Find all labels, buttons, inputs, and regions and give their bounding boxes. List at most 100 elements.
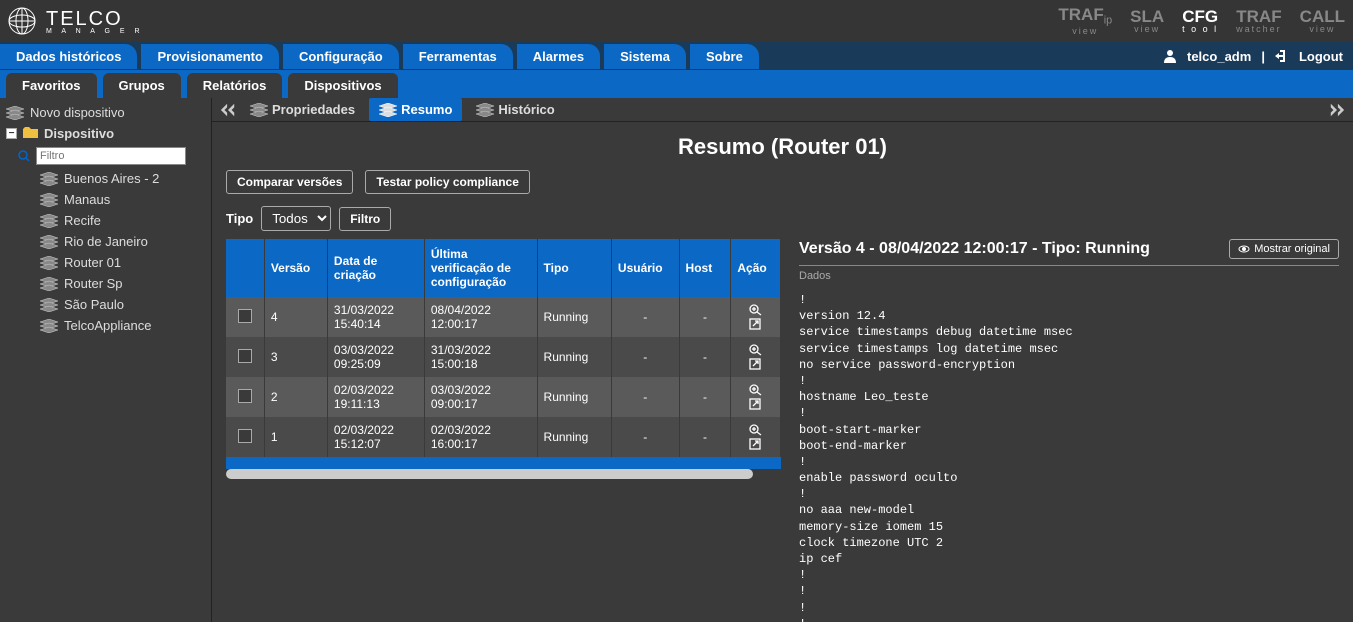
- nav-sobre[interactable]: Sobre: [690, 44, 759, 69]
- product-sla[interactable]: SLAview: [1130, 8, 1164, 34]
- zoom-icon[interactable]: [749, 424, 763, 436]
- page-title: Resumo (Router 01): [212, 122, 1353, 170]
- bc-propriedades[interactable]: Propriedades: [240, 98, 365, 121]
- versions-table: VersãoData de criaçãoÚltima verificação …: [226, 239, 781, 457]
- cell-host: -: [679, 297, 731, 337]
- table-row[interactable]: 202/03/2022 19:11:1303/03/2022 09:00:17R…: [226, 377, 781, 417]
- cell-user: -: [611, 377, 679, 417]
- cell-user: -: [611, 417, 679, 457]
- tree-item[interactable]: Recife: [0, 210, 211, 231]
- cell-version: 3: [264, 337, 327, 377]
- logout-icon[interactable]: [1275, 49, 1289, 63]
- nav-dados-historicos[interactable]: Dados históricos: [0, 44, 137, 69]
- product-call[interactable]: CALLview: [1300, 8, 1345, 34]
- detail-title: Versão 4 - 08/04/2022 12:00:17 - Tipo: R…: [799, 240, 1150, 258]
- layers-icon: [40, 277, 58, 291]
- col-header: Tipo: [537, 239, 611, 297]
- cell-tipo: Running: [537, 417, 611, 457]
- nav-provisionamento[interactable]: Provisionamento: [141, 44, 278, 69]
- subnav-grupos[interactable]: Grupos: [103, 73, 181, 98]
- layers-icon: [40, 235, 58, 249]
- subnav-relatorios[interactable]: Relatórios: [187, 73, 283, 98]
- cell-created: 02/03/2022 15:12:07: [327, 417, 424, 457]
- col-header: [226, 239, 264, 297]
- row-checkbox[interactable]: [238, 349, 252, 363]
- table-row[interactable]: 303/03/2022 09:25:0931/03/2022 15:00:18R…: [226, 337, 781, 377]
- product-cfg[interactable]: CFGt o o l: [1182, 8, 1218, 34]
- zoom-icon[interactable]: [749, 384, 763, 396]
- folder-icon: [23, 127, 38, 140]
- zoom-icon[interactable]: [749, 344, 763, 356]
- layers-icon: [40, 214, 58, 228]
- logo[interactable]: TELCO M A N A G E R: [8, 7, 144, 35]
- open-icon[interactable]: [749, 318, 763, 330]
- open-icon[interactable]: [749, 438, 763, 450]
- subnav-dispositivos[interactable]: Dispositivos: [288, 73, 397, 98]
- row-checkbox[interactable]: [238, 389, 252, 403]
- cell-user: -: [611, 337, 679, 377]
- nav-configuracao[interactable]: Configuração: [283, 44, 399, 69]
- cell-checked: 31/03/2022 15:00:18: [424, 337, 537, 377]
- cell-tipo: Running: [537, 377, 611, 417]
- test-policy-button[interactable]: Testar policy compliance: [365, 170, 530, 194]
- new-device-link[interactable]: Novo dispositivo: [0, 102, 211, 123]
- versions-table-wrap: VersãoData de criaçãoÚltima verificação …: [226, 239, 781, 622]
- filter-input[interactable]: [36, 147, 186, 165]
- username: telco_adm: [1187, 49, 1251, 64]
- tree-item[interactable]: São Paulo: [0, 294, 211, 315]
- tree-item[interactable]: Rio de Janeiro: [0, 231, 211, 252]
- product-trafip[interactable]: TRAFipview: [1058, 6, 1112, 35]
- search-icon: [18, 150, 30, 162]
- cell-action: [731, 297, 781, 337]
- cell-host: -: [679, 417, 731, 457]
- tipo-select[interactable]: Todos: [261, 206, 331, 231]
- cell-version: 4: [264, 297, 327, 337]
- show-original-button[interactable]: Mostrar original: [1229, 239, 1339, 259]
- cell-action: [731, 337, 781, 377]
- subnav-favoritos[interactable]: Favoritos: [6, 73, 97, 98]
- divider: |: [1261, 49, 1265, 64]
- bc-historico[interactable]: Histórico: [466, 98, 564, 121]
- product-nav: TRAFipview SLAview CFGt o o l TRAFwatche…: [1058, 6, 1345, 35]
- nav-alarmes[interactable]: Alarmes: [517, 44, 600, 69]
- nav-ferramentas[interactable]: Ferramentas: [403, 44, 513, 69]
- tree-item[interactable]: Router 01: [0, 252, 211, 273]
- eye-icon: [1238, 243, 1250, 255]
- tree-item[interactable]: Manaus: [0, 189, 211, 210]
- row-checkbox[interactable]: [238, 429, 252, 443]
- detail-panel: Versão 4 - 08/04/2022 12:00:17 - Tipo: R…: [799, 239, 1339, 622]
- forward-icon[interactable]: [1329, 102, 1345, 118]
- row-checkbox[interactable]: [238, 309, 252, 323]
- sidebar: Novo dispositivo − Dispositivo Buenos Ai…: [0, 98, 212, 622]
- filter-button[interactable]: Filtro: [339, 207, 391, 231]
- tree-item[interactable]: Router Sp: [0, 273, 211, 294]
- layers-icon: [40, 193, 58, 207]
- zoom-icon[interactable]: [749, 304, 763, 316]
- tree-root[interactable]: − Dispositivo: [0, 123, 211, 144]
- logout-link[interactable]: Logout: [1299, 49, 1343, 64]
- bc-resumo[interactable]: Resumo: [369, 98, 462, 121]
- sub-nav: Favoritos Grupos Relatórios Dispositivos: [0, 70, 1353, 98]
- open-icon[interactable]: [749, 358, 763, 370]
- compare-versions-button[interactable]: Comparar versões: [226, 170, 353, 194]
- cell-version: 1: [264, 417, 327, 457]
- product-trafwatcher[interactable]: TRAFwatcher: [1236, 8, 1282, 34]
- horizontal-scrollbar[interactable]: [226, 469, 753, 479]
- cell-created: 02/03/2022 19:11:13: [327, 377, 424, 417]
- nav-sistema[interactable]: Sistema: [604, 44, 686, 69]
- col-header: Ação: [731, 239, 781, 297]
- table-row[interactable]: 431/03/2022 15:40:1408/04/2022 12:00:17R…: [226, 297, 781, 337]
- brand-sub: M A N A G E R: [46, 28, 144, 35]
- tree-item[interactable]: Buenos Aires - 2: [0, 168, 211, 189]
- tipo-label: Tipo: [226, 211, 253, 226]
- layers-icon: [250, 103, 268, 117]
- back-icon[interactable]: [220, 102, 236, 118]
- open-icon[interactable]: [749, 398, 763, 410]
- tree-item[interactable]: TelcoAppliance: [0, 315, 211, 336]
- col-header: Data de criação: [327, 239, 424, 297]
- layers-icon: [476, 103, 494, 117]
- cell-checked: 02/03/2022 16:00:17: [424, 417, 537, 457]
- collapse-icon[interactable]: −: [6, 128, 17, 139]
- cell-tipo: Running: [537, 337, 611, 377]
- table-row[interactable]: 102/03/2022 15:12:0702/03/2022 16:00:17R…: [226, 417, 781, 457]
